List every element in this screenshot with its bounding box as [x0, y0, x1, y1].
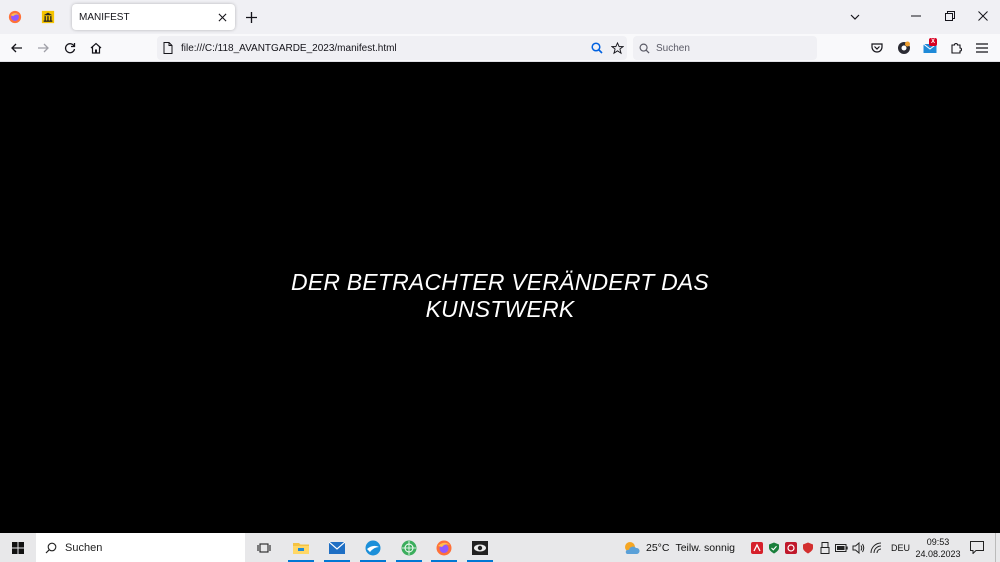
plus-icon: [245, 11, 257, 23]
folder-icon: [293, 542, 309, 554]
weather-description: Teilw. sonnig: [675, 541, 736, 554]
manifest-heading: DER BETRACHTER VERÄNDERT DAS KUNSTWERK: [291, 268, 709, 322]
weather-widget[interactable]: 25°C Teilw. sonnig: [622, 533, 735, 562]
tray-volume-icon[interactable]: [852, 541, 865, 554]
notification-icon: [970, 541, 984, 554]
red-app-icon: [784, 541, 797, 554]
tray-antivirus-icon[interactable]: [750, 541, 763, 554]
mail-badge: X: [929, 38, 938, 46]
taskbar-search-box[interactable]: Suchen: [36, 533, 245, 562]
taskbar-browser-blue[interactable]: [357, 533, 389, 562]
url-search-button[interactable]: [587, 38, 607, 58]
taskbar-clock[interactable]: 09:53 24.08.2023: [913, 534, 963, 561]
globe-icon: [401, 540, 417, 555]
restore-button[interactable]: [933, 0, 967, 32]
reload-icon: [64, 43, 76, 54]
url-bar[interactable]: file:///C:/118_AVANTGARDE_2023/manifest.…: [157, 36, 627, 60]
star-icon: [610, 41, 624, 54]
clock-time: 09:53: [926, 536, 950, 547]
tray-wifi-icon[interactable]: [870, 541, 883, 554]
notification-center-button[interactable]: [965, 533, 989, 562]
taskbar-image-viewer[interactable]: [464, 533, 496, 562]
tray-battery-icon[interactable]: [835, 541, 848, 554]
firefox-icon: [8, 10, 22, 24]
tab-strip: MANIFEST: [0, 0, 1000, 34]
list-all-tabs-button[interactable]: [844, 6, 866, 28]
search-icon: [591, 42, 603, 54]
reload-button[interactable]: [59, 37, 81, 59]
taskbar-search-placeholder: Suchen: [65, 541, 103, 554]
arrow-left-icon: [11, 43, 22, 53]
new-tab-button[interactable]: [240, 6, 262, 28]
url-text[interactable]: file:///C:/118_AVANTGARDE_2023/manifest.…: [181, 43, 587, 54]
tray-shield-red-icon[interactable]: [801, 541, 814, 554]
extensions-button[interactable]: [945, 37, 967, 59]
minimize-button[interactable]: [899, 0, 933, 32]
windows-logo-icon: [12, 541, 24, 554]
search-placeholder: Suchen: [656, 42, 690, 54]
tab-close-button[interactable]: [213, 8, 231, 26]
home-icon: [90, 42, 102, 54]
search-icon: [639, 43, 650, 54]
menu-button[interactable]: [971, 37, 993, 59]
search-icon: [45, 542, 57, 553]
weather-sun-cloud-icon: [625, 541, 640, 554]
page-icon: [163, 42, 173, 54]
speaker-icon: [852, 541, 865, 554]
web-search-bar[interactable]: Suchen: [633, 36, 817, 60]
pocket-icon: [871, 43, 883, 53]
restore-icon: [945, 11, 955, 21]
arrow-right-icon: [38, 43, 49, 53]
pinned-tab-firefox[interactable]: [2, 4, 28, 30]
puzzle-icon: [951, 43, 962, 54]
language-label: DEU: [891, 542, 911, 553]
tray-app-red-icon[interactable]: [784, 541, 797, 554]
battery-icon: [835, 543, 848, 552]
windows-taskbar: Suchen 25°C Teilw. sonnig DEU 09:53 24.0…: [0, 533, 1000, 562]
bookmark-star-button[interactable]: [607, 38, 627, 58]
chevron-down-icon: [850, 14, 860, 20]
taskbar-app-green[interactable]: [393, 533, 425, 562]
back-button[interactable]: [6, 37, 28, 59]
firefox-icon: [436, 540, 452, 555]
eye-icon: [472, 540, 488, 555]
browser-icon: [365, 540, 381, 555]
clock-date: 24.08.2023: [915, 548, 961, 559]
usb-icon: [820, 541, 829, 554]
tab-title: MANIFEST: [79, 11, 130, 23]
shield-red-icon: [802, 542, 813, 553]
forward-button[interactable]: [32, 37, 54, 59]
tab-manifest[interactable]: MANIFEST: [72, 4, 235, 30]
task-view-icon: [257, 542, 271, 553]
wifi-icon: [870, 542, 882, 553]
page-content: DER BETRACHTER VERÄNDERT DAS KUNSTWERK: [0, 62, 1000, 533]
close-icon: [978, 11, 988, 21]
input-language[interactable]: DEU: [891, 533, 910, 562]
mail-icon: [329, 541, 345, 554]
antivirus-icon: [750, 541, 763, 554]
show-desktop-button[interactable]: [995, 533, 1000, 562]
hamburger-menu-icon: [976, 43, 988, 53]
close-icon: [218, 13, 226, 21]
tray-usb-icon[interactable]: [818, 541, 831, 554]
pinned-tab-museum[interactable]: [35, 4, 61, 30]
close-window-button[interactable]: [966, 0, 1000, 32]
minimize-icon: [911, 15, 921, 17]
task-view-button[interactable]: [248, 533, 280, 562]
pocket-button[interactable]: [866, 37, 888, 59]
museum-icon: [41, 10, 55, 24]
start-button[interactable]: [0, 533, 36, 562]
navigation-toolbar: file:///C:/118_AVANTGARDE_2023/manifest.…: [0, 34, 1000, 62]
shield-icon: [898, 41, 910, 54]
shield-icon: [768, 542, 779, 553]
weather-temperature: 25°C: [646, 541, 670, 554]
taskbar-mail[interactable]: [321, 533, 353, 562]
mail-extension-button[interactable]: X: [919, 37, 941, 59]
home-button[interactable]: [85, 37, 107, 59]
taskbar-firefox[interactable]: [428, 533, 460, 562]
tray-security-icon[interactable]: [767, 541, 780, 554]
taskbar-file-explorer[interactable]: [285, 533, 317, 562]
extension-shield-button[interactable]: [893, 37, 915, 59]
